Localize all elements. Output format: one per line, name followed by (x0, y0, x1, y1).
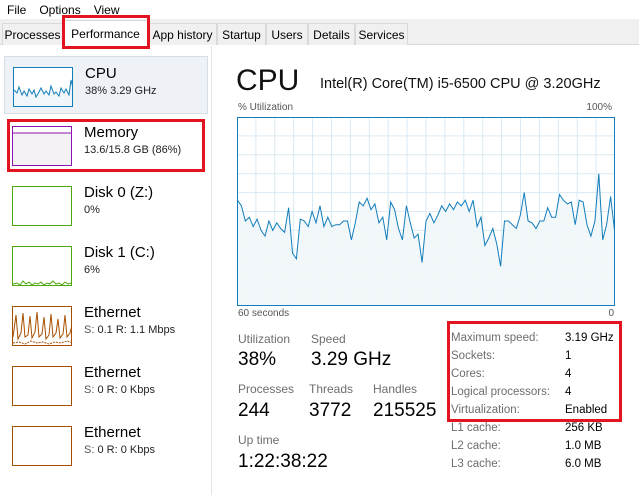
graph-y-label: % Utilization (238, 102, 294, 113)
tab-performance[interactable]: Performance (63, 20, 148, 46)
sidebar-item-disk-0-value: 0% (84, 204, 100, 216)
spec-max-speed-value: 3.19 GHz (565, 332, 614, 344)
menu-view[interactable]: View (87, 3, 126, 17)
ethernet-1-rate: 0.1 R: 1.1 Mbps (97, 324, 176, 336)
spec-sockets-value: 1 (565, 350, 572, 362)
spec-logical-processors-value: 4 (565, 386, 572, 398)
graph-x-right-label: 0 (608, 308, 614, 319)
spec-virtualization-value: Enabled (565, 404, 608, 416)
threads-label: Threads (309, 382, 354, 396)
sidebar-item-cpu-name: CPU (85, 65, 117, 82)
spec-l3-cache-key: L3 cache: (451, 458, 501, 470)
sidebar-item-ethernet-2-name: Ethernet (84, 364, 141, 381)
ethernet-1-send-label: S: (84, 324, 95, 336)
handles-value: 215525 (373, 400, 437, 421)
sidebar-item-ethernet-3-name: Ethernet (84, 424, 141, 441)
handles-label: Handles (373, 382, 418, 396)
spec-logical-processors-key: Logical processors: (451, 386, 551, 398)
spec-l1-cache-key: L1 cache: (451, 422, 501, 434)
spec-sockets-key: Sockets: (451, 350, 496, 362)
sidebar-item-ethernet-3[interactable]: Ethernet S: 0 R: 0 Kbps (4, 416, 208, 474)
sidebar-item-disk-1-name: Disk 1 (C:) (84, 244, 155, 261)
processes-value: 244 (238, 400, 270, 421)
sidebar-item-ethernet-3-sub: S: 0 R: 0 Kbps (84, 444, 155, 456)
cpu-utilization-graph (237, 117, 615, 306)
sidebar-item-disk-1[interactable]: Disk 1 (C:) 6% (4, 236, 208, 294)
cpu-detail-panel: CPU Intel(R) Core(TM) i5-6500 CPU @ 3.20… (213, 46, 639, 495)
memory-thumbnail-graph (12, 126, 72, 166)
sidebar-item-ethernet-2-sub: S: 0 R: 0 Kbps (84, 384, 155, 396)
menu-bar: File Options View (0, 0, 639, 19)
processes-label: Processes (238, 382, 295, 396)
sidebar-item-disk-0[interactable]: Disk 0 (Z:) 0% (4, 176, 208, 234)
menu-options[interactable]: Options (32, 3, 86, 17)
speed-value: 3.29 GHz (311, 349, 392, 370)
graph-x-left-label: 60 seconds (238, 308, 290, 319)
ethernet-2-thumbnail-graph (12, 366, 72, 406)
sidebar-item-ethernet-2[interactable]: Ethernet S: 0 R: 0 Kbps (4, 356, 208, 414)
sidebar-item-disk-0-name: Disk 0 (Z:) (84, 184, 154, 201)
spec-cores-key: Cores: (451, 368, 485, 380)
tab-startup[interactable]: Startup (217, 23, 266, 45)
tab-services[interactable]: Services (355, 23, 408, 45)
spec-max-speed-key: Maximum speed: (451, 332, 539, 344)
spec-l3-cache-value: 6.0 MB (565, 458, 602, 470)
uptime-label: Up time (238, 433, 280, 447)
tab-processes[interactable]: Processes (2, 23, 63, 45)
spec-l1-cache-value: 256 KB (565, 422, 603, 434)
utilization-value: 38% (238, 349, 277, 370)
sidebar-item-disk-1-value: 6% (84, 264, 100, 276)
sidebar-item-memory[interactable]: Memory 13.6/15.8 GB (86%) (4, 116, 208, 174)
tab-details[interactable]: Details (308, 23, 355, 45)
ethernet-3-send-label: S: (84, 444, 95, 456)
sidebar-item-memory-name: Memory (84, 124, 139, 141)
disk-1-thumbnail-graph (12, 246, 72, 286)
task-manager-window: File Options View Processes Performance … (0, 0, 639, 495)
sidebar-item-ethernet-1[interactable]: Ethernet S: 0.1 R: 1.1 Mbps (4, 296, 208, 354)
speed-label: Speed (311, 332, 346, 346)
page-title: CPU (236, 64, 300, 97)
ethernet-2-send-label: S: (84, 384, 95, 396)
ethernet-3-thumbnail-graph (12, 426, 72, 466)
ethernet-2-rate: 0 R: 0 Kbps (97, 384, 155, 396)
cpu-model-name: Intel(R) Core(TM) i5-6500 CPU @ 3.20GHz (320, 76, 601, 92)
sidebar-item-ethernet-1-sub: S: 0.1 R: 1.1 Mbps (84, 324, 175, 336)
cpu-thumbnail-graph (13, 67, 73, 107)
tab-strip: Processes Performance App history Startu… (0, 19, 639, 46)
spec-virtualization-key: Virtualization: (451, 404, 520, 416)
sidebar-item-cpu[interactable]: CPU 38% 3.29 GHz (4, 56, 208, 114)
spec-l2-cache-key: L2 cache: (451, 440, 501, 452)
spec-cores-value: 4 (565, 368, 572, 380)
ethernet-3-rate: 0 R: 0 Kbps (97, 444, 155, 456)
spec-l2-cache-value: 1.0 MB (565, 440, 602, 452)
tab-app-history[interactable]: App history (148, 23, 217, 45)
utilization-label: Utilization (238, 332, 291, 346)
threads-value: 3772 (309, 400, 352, 421)
disk-0-thumbnail-graph (12, 186, 72, 226)
resource-list: CPU 38% 3.29 GHz Memory 13.6/15.8 GB (86… (0, 46, 212, 495)
sidebar-item-cpu-value: 38% 3.29 GHz (85, 85, 157, 97)
menu-file[interactable]: File (0, 3, 32, 17)
graph-y-max-label: 100% (586, 102, 612, 113)
uptime-value: 1:22:38:22 (238, 451, 328, 472)
sidebar-item-ethernet-1-name: Ethernet (84, 304, 141, 321)
tab-users[interactable]: Users (266, 23, 308, 45)
sidebar-item-memory-value: 13.6/15.8 GB (86%) (84, 144, 182, 156)
ethernet-1-thumbnail-graph (12, 306, 72, 346)
